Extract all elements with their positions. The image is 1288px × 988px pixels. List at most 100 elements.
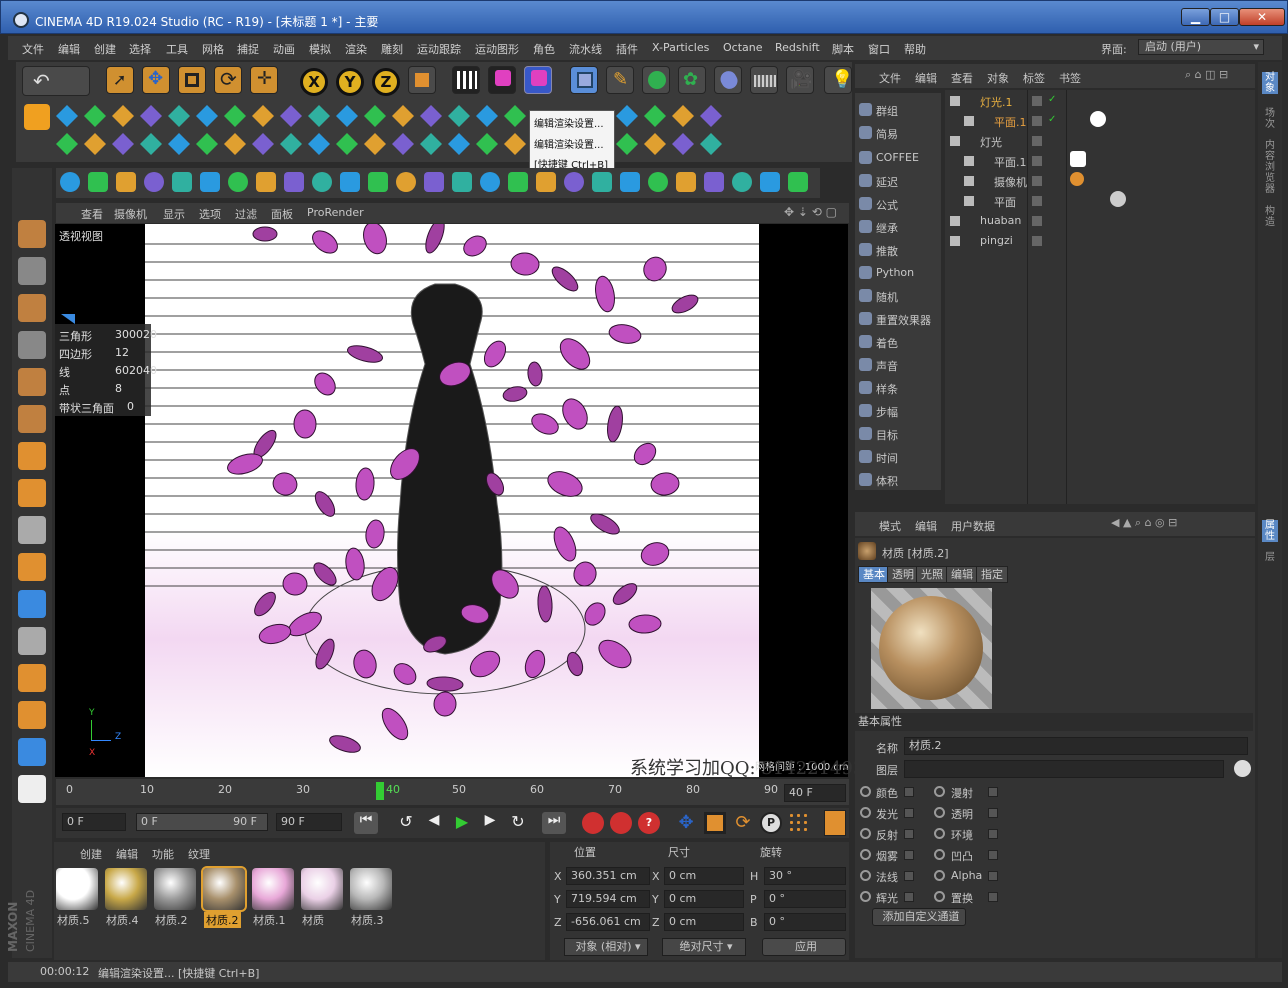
rotation-field[interactable]: 30 ° [764,867,846,885]
palette-item[interactable]: 重置效果器 [876,312,936,328]
start-frame-field[interactable]: 0 F [62,813,126,831]
plugin-tool-icon[interactable] [700,133,722,155]
channel-checkbox[interactable] [904,892,914,902]
plugin-tool-icon[interactable] [280,133,302,155]
key-position-button[interactable]: ✥ [674,812,698,834]
undo-button[interactable]: ↶ [22,66,90,96]
palette-item[interactable]: 目标 [876,427,936,443]
menu-snap[interactable]: 捕捉 [237,41,259,57]
menu-file[interactable]: 文件 [22,41,44,57]
right-tab[interactable]: 内容浏览器 [1262,140,1278,195]
visibility-check-icon[interactable]: ✓ [1048,114,1056,125]
material-menu-texture[interactable]: 纹理 [188,846,210,862]
plugin-tool-icon[interactable] [168,105,190,127]
plugin-tool-icon[interactable] [476,105,498,127]
mograph-tool-icon[interactable] [536,172,556,192]
autokey-button[interactable] [610,812,632,834]
z-axis-lock-button[interactable]: Z [372,68,400,96]
object-name[interactable]: pingzi [980,234,1013,247]
mograph-tool-icon[interactable] [256,172,276,192]
left-tool-icon[interactable] [18,775,46,803]
channel-checkbox[interactable] [988,829,998,839]
viewport-menu-camera[interactable]: 摄像机 [114,206,147,222]
menu-plugins[interactable]: 插件 [616,41,638,57]
left-tool-icon[interactable] [18,516,46,544]
mograph-tool-icon[interactable] [60,172,80,192]
plugin-tool-icon[interactable] [364,133,386,155]
plugin-tool-icon[interactable] [672,133,694,155]
xparticles-icon[interactable] [24,104,50,130]
palette-item[interactable]: 简易 [876,126,936,142]
channel-radio[interactable] [860,891,871,902]
tab-transparency[interactable]: 透明 [887,566,919,583]
object-name[interactable]: 平面.1 [994,114,1027,130]
layer-dot[interactable] [1032,176,1042,186]
material-tag-icon[interactable] [1110,191,1126,207]
om-menu-bookmarks[interactable]: 书签 [1059,70,1081,86]
plugin-tool-icon[interactable] [112,105,134,127]
mograph-tool-icon[interactable] [340,172,360,192]
scale-tool-button[interactable] [178,66,206,94]
mograph-tool-icon[interactable] [704,172,724,192]
object-name[interactable]: 灯光 [980,134,1002,150]
size-field[interactable]: 0 cm [664,913,744,931]
palette-item[interactable]: 着色 [876,335,936,351]
palette-item[interactable]: 继承 [876,220,936,236]
layer-dot[interactable] [1032,96,1042,106]
plugin-tool-icon[interactable] [112,133,134,155]
plugin-tool-icon[interactable] [56,133,78,155]
palette-item[interactable]: 延迟 [876,174,936,190]
plugin-tool-icon[interactable] [644,105,666,127]
menu-sculpt[interactable]: 雕刻 [381,41,403,57]
subdivision-button[interactable] [642,66,670,94]
viewport-menu-filter[interactable]: 过滤 [235,206,257,222]
keyframe-selection-button[interactable]: ? [638,812,660,834]
coord-mode-select[interactable]: 对象 (相对) ▾ [564,938,648,956]
plugin-tool-icon[interactable] [448,133,470,155]
left-tool-icon[interactable] [18,368,46,396]
object-name[interactable]: 平面.1 [994,154,1027,170]
mograph-tool-icon[interactable] [368,172,388,192]
plugin-tool-icon[interactable] [616,105,638,127]
light-button[interactable]: 💡 [824,66,853,94]
tab-editor[interactable]: 编辑 [946,566,978,583]
material-swatch[interactable] [105,868,147,910]
add-custom-channel-button[interactable]: 添加自定义通道 [872,908,966,926]
palette-item[interactable]: 声音 [876,358,936,374]
palette-item[interactable]: COFFEE [876,151,936,164]
attr-nav-icons[interactable]: ◀ ▲ ⌕ ⌂ ◎ ⊟ [1111,516,1177,530]
om-menu-tags[interactable]: 标签 [1023,70,1045,86]
left-tool-icon[interactable] [18,257,46,285]
plugin-tool-icon[interactable] [252,105,274,127]
plugin-tool-icon[interactable] [140,133,162,155]
coordinate-system-button[interactable] [408,66,436,94]
playhead[interactable] [376,782,384,800]
left-tool-icon[interactable] [18,220,46,248]
channel-radio[interactable] [934,807,945,818]
channel-checkbox[interactable] [988,808,998,818]
viewport-nav-icons[interactable]: ✥ ⇣ ⟲ ▢ [784,205,837,219]
deformer-button[interactable] [714,66,742,94]
plugin-tool-icon[interactable] [504,133,526,155]
left-tool-icon[interactable] [18,664,46,692]
layer-dot[interactable] [1032,116,1042,126]
plugin-tool-icon[interactable] [420,105,442,127]
left-tool-icon[interactable] [18,479,46,507]
cube-button[interactable] [570,66,598,94]
menu-octane[interactable]: Octane [723,41,763,54]
position-field[interactable]: 360.351 cm [566,867,650,885]
visibility-check-icon[interactable]: ✓ [1048,94,1056,105]
next-frame-button[interactable]: ▶ [478,812,502,834]
transform-tool-button[interactable]: ✛ [250,66,278,94]
tab-illumination[interactable]: 光照 [916,566,948,583]
tooltip-item-edit-render-settings[interactable]: 编辑渲染设置... [534,115,604,130]
plugin-tool-icon[interactable] [280,105,302,127]
object-name[interactable]: 平面 [994,194,1016,210]
perspective-viewport[interactable]: 透视视图 三角形 300020 四边形 12 线 602040 点 8 带状三角… [55,224,848,777]
left-tool-icon[interactable] [18,590,46,618]
key-rotation-button[interactable]: ⟳ [732,812,754,834]
layer-clear-icon[interactable] [1234,760,1251,777]
channel-radio[interactable] [934,828,945,839]
left-tool-icon[interactable] [18,294,46,322]
timeline-window-button[interactable] [824,810,846,836]
